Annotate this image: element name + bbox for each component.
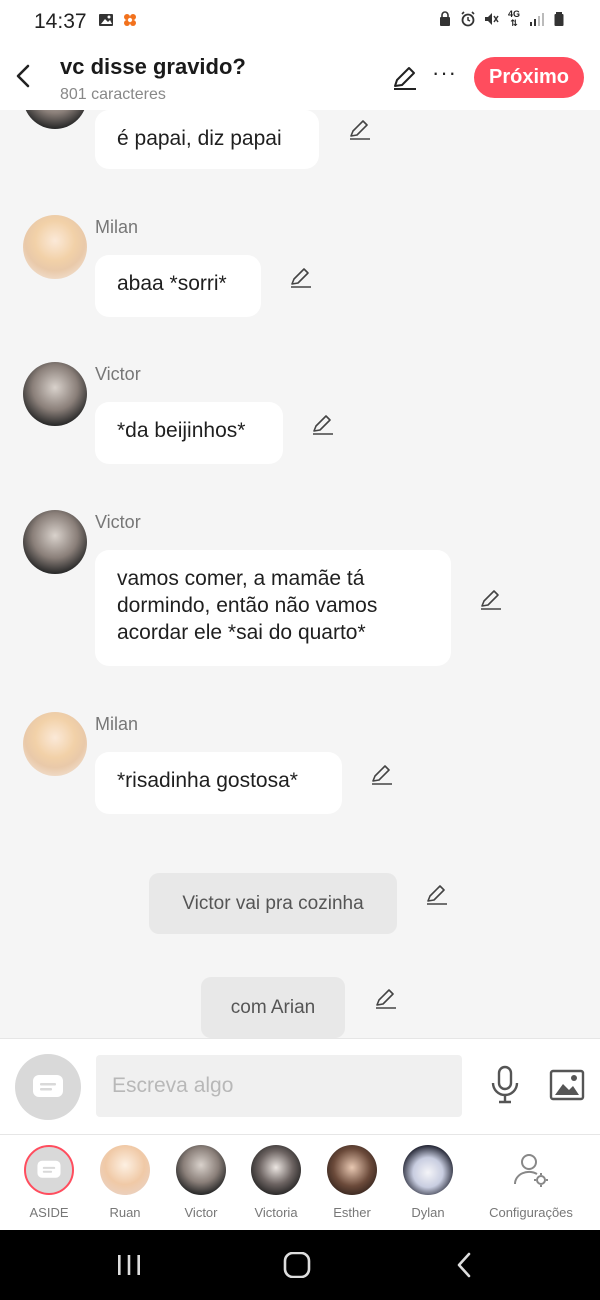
character-label: Ruan	[109, 1205, 141, 1220]
battery-icon	[554, 12, 564, 26]
network-4g-icon: 4G ⇅	[507, 9, 520, 28]
system-navigation-bar	[0, 1230, 600, 1300]
message-bubble[interactable]: *da beijinhos*	[95, 402, 283, 464]
speaker-name: Victor	[95, 512, 141, 532]
app-notification-icon	[124, 14, 136, 26]
signal-icon	[530, 13, 544, 26]
character-bar: ASIDE Ruan Victor Victoria Esther Dylan …	[0, 1134, 600, 1231]
message-bubble[interactable]: *risadinha gostosa*	[95, 752, 342, 814]
edit-message-icon[interactable]	[289, 266, 313, 290]
character-esther[interactable]: Esther	[317, 1145, 387, 1220]
edit-message-icon[interactable]	[311, 413, 335, 437]
message-input[interactable]	[96, 1055, 462, 1117]
settings-label: Configurações	[489, 1205, 573, 1220]
more-options-icon[interactable]: ···	[432, 60, 458, 90]
edit-narration-icon[interactable]	[425, 883, 449, 907]
milan-avatar[interactable]	[23, 712, 87, 776]
microphone-icon[interactable]	[488, 1065, 522, 1105]
alarm-icon	[461, 11, 475, 27]
next-button[interactable]: Próximo	[474, 57, 584, 98]
system-back-icon[interactable]	[452, 1252, 480, 1278]
recent-apps-icon[interactable]	[115, 1252, 143, 1278]
milan-avatar[interactable]	[23, 215, 87, 279]
edit-message-icon[interactable]	[370, 763, 394, 787]
back-arrow-icon[interactable]	[10, 58, 40, 94]
message-composer	[0, 1038, 600, 1135]
chat-area[interactable]: é papai, diz papai Milan abaa *sorri* Vi…	[0, 110, 600, 1038]
character-count: 801 caracteres	[60, 86, 166, 103]
mute-icon	[485, 13, 499, 25]
character-label: Esther	[333, 1205, 371, 1220]
esther-avatar	[327, 1145, 377, 1195]
edit-title-icon[interactable]	[391, 64, 419, 92]
victor-avatar[interactable]	[23, 362, 87, 426]
speaker-name: Milan	[95, 217, 139, 237]
narration-bubble[interactable]: Victor vai pra cozinha	[149, 873, 397, 934]
home-icon[interactable]	[283, 1252, 311, 1278]
character-victoria[interactable]: Victoria	[241, 1145, 311, 1220]
gallery-notification-icon	[99, 14, 113, 26]
chat-header: vc disse gravido? 801 caracteres ··· Pró…	[0, 46, 600, 110]
character-victor[interactable]: Victor	[166, 1145, 236, 1220]
character-label: ASIDE	[29, 1205, 69, 1220]
message-bubble[interactable]: é papai, diz papai	[95, 110, 319, 169]
character-ruan[interactable]: Ruan	[90, 1145, 160, 1220]
speaker-name: Victor	[95, 364, 141, 384]
speaker-name: Milan	[95, 714, 139, 734]
message-bubble[interactable]: vamos comer, a mamãe tá dormindo, então …	[95, 550, 451, 666]
chat-bubble-icon	[33, 1075, 63, 1097]
character-label: Victor	[184, 1205, 218, 1220]
narration-bubble[interactable]: com Arian	[201, 977, 345, 1038]
character-dylan[interactable]: Dylan	[393, 1145, 463, 1220]
dylan-avatar	[403, 1145, 453, 1195]
character-label: Victoria	[254, 1205, 298, 1220]
chat-title: vc disse gravido?	[60, 54, 246, 79]
message-bubble[interactable]: abaa *sorri*	[95, 255, 261, 317]
victoria-avatar	[251, 1145, 301, 1195]
settings-item[interactable]: Configurações	[486, 1145, 576, 1220]
edit-narration-icon[interactable]	[374, 987, 398, 1011]
user-settings-icon	[513, 1154, 548, 1187]
edit-message-icon[interactable]	[479, 588, 503, 612]
ruan-avatar	[100, 1145, 150, 1195]
status-bar: 14:37 4G ⇅	[0, 0, 600, 46]
victor-avatar	[176, 1145, 226, 1195]
image-upload-icon[interactable]	[549, 1069, 585, 1101]
character-aside[interactable]: ASIDE	[14, 1145, 84, 1220]
edit-message-icon[interactable]	[348, 118, 372, 142]
narration-mode-button[interactable]	[15, 1054, 81, 1120]
lock-notification-icon	[440, 11, 450, 26]
character-label: Dylan	[411, 1205, 445, 1220]
settings-container	[506, 1145, 556, 1195]
aside-icon	[24, 1145, 74, 1195]
victor-avatar[interactable]	[23, 110, 87, 129]
status-time: 14:37	[34, 10, 87, 33]
victor-avatar[interactable]	[23, 510, 87, 574]
